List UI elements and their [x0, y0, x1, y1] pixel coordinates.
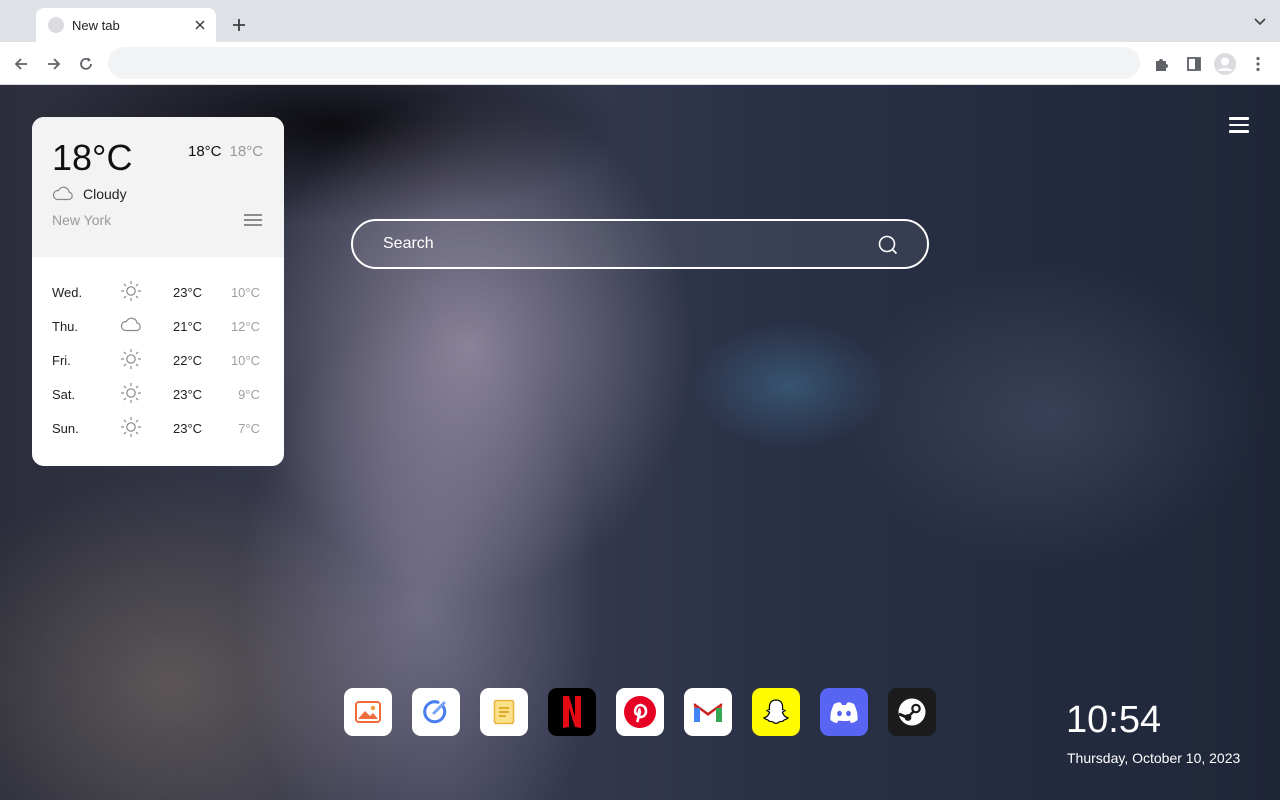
browser-tab[interactable]: New tab [36, 8, 216, 42]
forecast-day: Fri. [52, 353, 71, 368]
sun-icon [121, 349, 141, 369]
weather-city: New York [52, 212, 112, 228]
current-temperature: 18°C [52, 137, 133, 178]
photos-app-icon[interactable] [344, 688, 392, 736]
profile-button[interactable] [1212, 51, 1238, 77]
today-low: 18°C [229, 143, 264, 160]
forecast-low: 10°C [230, 285, 260, 300]
extensions-button[interactable] [1149, 51, 1175, 77]
new-tab-button[interactable] [228, 14, 250, 36]
side-panel-button[interactable] [1181, 51, 1207, 77]
pinterest-icon[interactable] [616, 688, 664, 736]
search-box [351, 219, 929, 269]
forecast-day: Sun. [52, 421, 79, 436]
tab-favicon-icon [48, 17, 64, 33]
forecast-high: 23°C [173, 421, 203, 436]
clock-date: Thursday, October 10, 2023 [1067, 750, 1241, 766]
hamburger-menu-icon[interactable] [1229, 117, 1249, 133]
browser-menu-button[interactable] [1245, 51, 1271, 77]
arrow-left-icon [14, 58, 27, 70]
tab-title: New tab [72, 17, 120, 33]
forecast-low: 10°C [230, 353, 260, 368]
sun-icon [121, 417, 141, 437]
forecast-row: Sun. 23°C 7°C [32, 411, 284, 445]
forecast-row: Fri. 22°C 10°C [32, 343, 284, 377]
forecast-high: 22°C [173, 353, 203, 368]
sun-icon [121, 281, 141, 301]
forecast-high: 23°C [173, 285, 203, 300]
search-icon[interactable] [877, 234, 899, 256]
tab-search-chevron-icon[interactable] [1252, 14, 1268, 30]
forecast-high: 23°C [173, 387, 203, 402]
forecast-day: Wed. [52, 285, 83, 300]
tab-close-icon[interactable] [192, 17, 208, 33]
cloud-icon [52, 186, 73, 201]
forecast-low: 12°C [230, 319, 260, 334]
forecast-day: Thu. [52, 319, 79, 334]
snapchat-icon[interactable] [752, 688, 800, 736]
arrow-right-icon [48, 58, 61, 70]
sun-icon [121, 383, 141, 403]
netflix-icon[interactable] [548, 688, 596, 736]
reload-button[interactable] [74, 52, 98, 76]
address-bar[interactable] [108, 47, 1140, 79]
cloud-icon [120, 317, 141, 332]
discord-icon[interactable] [820, 688, 868, 736]
tasks-app-icon[interactable] [412, 688, 460, 736]
side-panel-icon [1187, 57, 1201, 71]
browser-tab-strip: New tab [0, 0, 1280, 42]
weather-condition: Cloudy [83, 186, 127, 202]
clock-time: 10:54 [1066, 699, 1162, 741]
forecast-row: Thu. 21°C 12°C [32, 309, 284, 343]
weather-widget: 18°C 18°C 18°C Cloudy New York Wed. 23°C … [32, 117, 284, 466]
forecast-day: Sat. [52, 387, 76, 402]
forward-button[interactable] [42, 52, 66, 76]
forecast-row: Wed. 23°C 10°C [32, 275, 284, 309]
reload-icon [80, 57, 92, 70]
shortcut-dock [344, 688, 944, 736]
back-button[interactable] [9, 52, 33, 76]
forecast-low: 9°C [238, 387, 260, 402]
today-high: 18°C [188, 143, 222, 160]
gmail-icon[interactable] [684, 688, 732, 736]
avatar-icon [1214, 53, 1236, 75]
puzzle-icon [1156, 59, 1168, 71]
today-high-low: 18°C 18°C [188, 143, 263, 160]
notes-app-icon[interactable] [480, 688, 528, 736]
browser-toolbar [0, 42, 1280, 85]
forecast-row: Sat. 23°C 9°C [32, 377, 284, 411]
weather-current: 18°C 18°C 18°C Cloudy New York [32, 117, 284, 257]
more-vert-icon [1256, 56, 1260, 72]
weather-menu-icon[interactable] [244, 214, 262, 228]
steam-icon[interactable] [888, 688, 936, 736]
search-input[interactable] [383, 221, 863, 267]
weather-forecast: Wed. 23°C 10°C Thu. 21°C 12°C Fri. 22°C … [32, 275, 284, 445]
new-tab-page: 18°C 18°C 18°C Cloudy New York Wed. 23°C … [0, 85, 1280, 800]
forecast-low: 7°C [238, 421, 260, 436]
forecast-high: 21°C [173, 319, 203, 334]
